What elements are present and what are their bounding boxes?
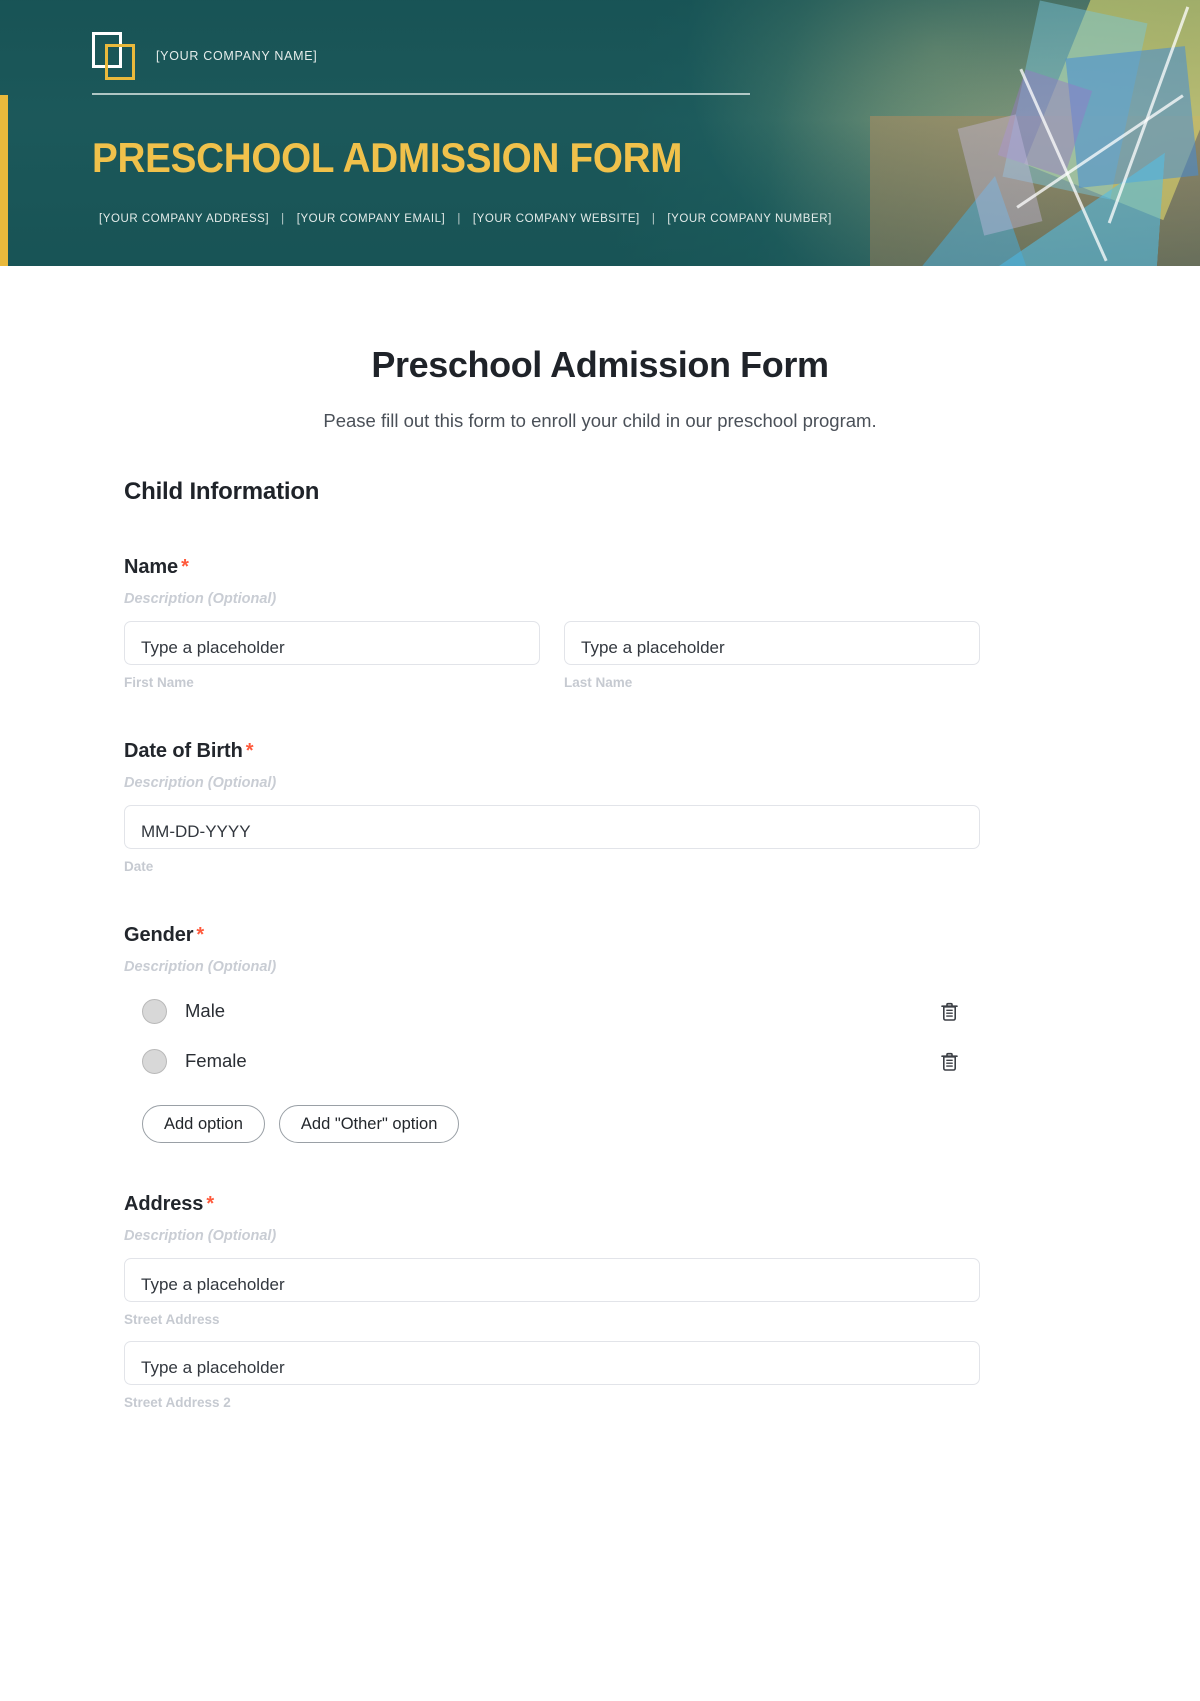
- field-block-date-of-birth: Date of Birth * Description (Optional) MM…: [124, 690, 980, 874]
- field-label-name: Name *: [124, 556, 980, 579]
- name-sub-label-row: First Name Last Name: [124, 665, 980, 690]
- street-address-input[interactable]: Type a placeholder: [124, 1258, 980, 1302]
- street-address-placeholder: Type a placeholder: [141, 1275, 285, 1294]
- required-marker: *: [196, 924, 205, 946]
- sub-label-first-name: First Name: [124, 675, 194, 690]
- street-address-2-row: Type a placeholder: [124, 1341, 980, 1385]
- banner-divider: [92, 93, 750, 95]
- last-name-input[interactable]: Type a placeholder: [564, 621, 980, 665]
- banner-contact-row: [YOUR COMPANY ADDRESS] | [YOUR COMPANY E…: [99, 213, 832, 225]
- company-name-text: [YOUR COMPANY NAME]: [156, 49, 318, 63]
- radio-button-female[interactable]: [142, 1048, 167, 1074]
- add-other-option-button[interactable]: Add "Other" option: [278, 1105, 460, 1143]
- last-name-placeholder: Type a placeholder: [581, 638, 725, 657]
- field-label-address: Address *: [124, 1193, 980, 1216]
- street-address-row: Type a placeholder: [124, 1258, 980, 1302]
- sub-label-street-address-2: Street Address 2: [124, 1395, 231, 1410]
- first-name-input[interactable]: Type a placeholder: [124, 621, 540, 665]
- gender-option-female-label: Female: [185, 1050, 247, 1071]
- street-address-2-placeholder: Type a placeholder: [141, 1358, 285, 1377]
- field-description-gender: Description (Optional): [124, 959, 277, 975]
- dob-column: MM-DD-YYYY: [124, 805, 980, 849]
- gender-option-row: Male: [124, 997, 980, 1025]
- section-heading-child-information: Child Information: [124, 478, 320, 505]
- street-address-2-input[interactable]: Type a placeholder: [124, 1341, 980, 1385]
- page-subtitle: Pease fill out this form to enroll your …: [323, 410, 877, 431]
- gender-option-row: Female: [124, 1047, 980, 1075]
- field-description-name: Description (Optional): [124, 591, 277, 607]
- required-marker: *: [206, 1193, 215, 1215]
- contact-separator-1: |: [281, 213, 285, 225]
- form-body: Preschool Admission Form Pease fill out …: [0, 344, 1200, 1450]
- page-title: Preschool Admission Form: [371, 344, 829, 385]
- field-block-address: Address * Description (Optional) Type a p…: [124, 1143, 980, 1410]
- field-block-name: Name * Description (Optional) Type a plac…: [124, 506, 980, 690]
- gender-option-female[interactable]: Female: [142, 1048, 247, 1074]
- add-option-button[interactable]: Add option: [142, 1105, 265, 1143]
- company-address-text: [YOUR COMPANY ADDRESS]: [99, 213, 270, 225]
- logo-square-gold: [105, 44, 135, 80]
- company-number-text: [YOUR COMPANY NUMBER]: [667, 213, 832, 225]
- field-label-name-text: Name: [124, 556, 179, 578]
- dob-placeholder: MM-DD-YYYY: [141, 822, 251, 841]
- radio-button-male[interactable]: [142, 998, 167, 1024]
- name-input-row: Type a placeholder Type a placeholder: [124, 621, 980, 665]
- trash-icon: [940, 1052, 958, 1071]
- sub-label-street-address: Street Address: [124, 1312, 220, 1327]
- contact-separator-3: |: [651, 213, 656, 225]
- banner-title: PRESCHOOL ADMISSION FORM: [92, 134, 683, 181]
- company-logo-icon: [92, 30, 138, 82]
- street-address-column: Type a placeholder: [124, 1258, 980, 1302]
- dob-input-row: MM-DD-YYYY: [124, 805, 980, 849]
- trash-icon: [940, 1002, 958, 1021]
- field-label-gender-text: Gender: [124, 924, 194, 946]
- banner-gold-accent-bar: [0, 95, 8, 266]
- field-label-address-text: Address: [124, 1193, 204, 1215]
- sub-label-last-name: Last Name: [564, 675, 633, 690]
- delete-option-female-button[interactable]: [936, 1047, 962, 1075]
- field-label-date-of-birth: Date of Birth *: [124, 740, 980, 763]
- contact-separator-2: |: [457, 213, 461, 225]
- gender-option-male-label: Male: [185, 1000, 226, 1021]
- brand-logo-row: [YOUR COMPANY NAME]: [92, 30, 317, 82]
- gender-add-buttons: Add option Add "Other" option: [124, 1105, 980, 1143]
- field-label-dob-text: Date of Birth: [124, 740, 243, 762]
- field-description-address: Description (Optional): [124, 1228, 277, 1244]
- street-address-2-column: Type a placeholder: [124, 1341, 980, 1385]
- delete-option-male-button[interactable]: [936, 997, 962, 1025]
- first-name-column: Type a placeholder: [124, 621, 540, 665]
- date-of-birth-input[interactable]: MM-DD-YYYY: [124, 805, 980, 849]
- company-website-text: [YOUR COMPANY WEBSITE]: [472, 213, 640, 225]
- gender-option-male[interactable]: Male: [142, 998, 226, 1024]
- last-name-column: Type a placeholder: [564, 621, 980, 665]
- company-email-text: [YOUR COMPANY EMAIL]: [296, 213, 446, 225]
- required-marker: *: [245, 740, 254, 762]
- header-banner: [YOUR COMPANY NAME] PRESCHOOL ADMISSION …: [0, 0, 1200, 266]
- field-label-gender: Gender *: [124, 924, 980, 947]
- first-name-placeholder: Type a placeholder: [141, 638, 285, 657]
- field-description-date-of-birth: Description (Optional): [124, 775, 277, 791]
- sub-label-date: Date: [124, 859, 154, 874]
- required-marker: *: [181, 556, 189, 578]
- field-block-gender: Gender * Description (Optional) Male Fem…: [124, 874, 980, 1143]
- preschool-admission-form-page: [YOUR COMPANY NAME] PRESCHOOL ADMISSION …: [0, 0, 1200, 1701]
- banner-shard-blue: [1065, 46, 1199, 188]
